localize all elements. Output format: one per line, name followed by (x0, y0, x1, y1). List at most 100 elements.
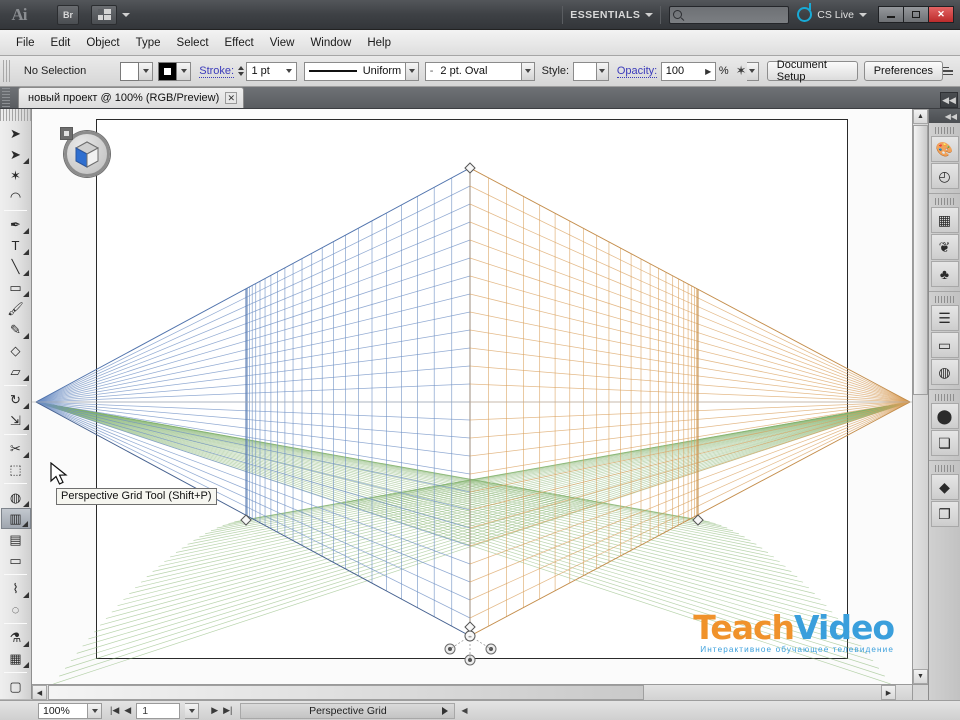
column-graph-tool[interactable]: ▦ (1, 648, 31, 669)
menu-item-select[interactable]: Select (169, 32, 217, 54)
last-artboard-button[interactable]: ▶| (223, 705, 232, 716)
expand-panels-icon[interactable]: ◀◀ (945, 112, 957, 121)
control-bar-grip[interactable] (3, 60, 11, 82)
next-artboard-button[interactable]: ▶ (211, 705, 218, 716)
magic-wand-options-icon[interactable]: ✶ (736, 63, 747, 79)
menu-item-window[interactable]: Window (302, 32, 359, 54)
brushes-panel-icon[interactable]: ❦ (930, 234, 959, 260)
selection-tool[interactable]: ➤ (1, 123, 31, 144)
graphic-styles-panel-icon[interactable]: ❏ (930, 430, 959, 456)
style-dropdown-button[interactable] (596, 61, 609, 81)
chevron-down-icon[interactable] (122, 12, 130, 17)
perspective-grid[interactable] (32, 109, 912, 684)
bridge-button[interactable]: Br (57, 4, 79, 25)
preferences-button[interactable]: Preferences (863, 61, 944, 81)
magic-wand-tool[interactable]: ✶ (1, 165, 31, 186)
search-input[interactable] (669, 5, 790, 24)
magic-wand-dropdown-button[interactable] (746, 61, 759, 81)
artboard-dropdown-button[interactable] (185, 702, 200, 719)
dock-group-grip[interactable] (935, 465, 954, 472)
status-menu-icon[interactable] (442, 706, 449, 715)
line-segment-tool[interactable]: ╲ (1, 256, 31, 277)
tab-bar-grip[interactable] (2, 88, 10, 108)
stroke-weight-stepper[interactable] (238, 66, 245, 76)
stroke-panel-icon[interactable]: ☰ (930, 305, 959, 331)
width-tool[interactable]: ✂ (1, 438, 31, 459)
minimize-button[interactable] (878, 6, 904, 23)
stroke-profile-dropdown-button[interactable] (406, 61, 419, 81)
grid-control-handles[interactable] (240, 162, 704, 666)
maximize-button[interactable] (903, 6, 929, 23)
first-artboard-button[interactable]: |◀ (110, 705, 119, 716)
dock-group-grip[interactable] (935, 394, 954, 401)
close-icon[interactable]: ✕ (225, 92, 238, 104)
appearance-panel-icon[interactable]: ⬤ (930, 403, 959, 429)
graphic-style-swatch[interactable] (572, 61, 597, 81)
stroke-profile-select[interactable]: Uniform (303, 61, 407, 81)
color-panel-icon[interactable]: 🎨 (930, 136, 959, 162)
control-panel-menu-icon[interactable] (943, 66, 954, 76)
scroll-up-arrow-icon[interactable]: ▲ (913, 109, 928, 124)
scroll-right-arrow-icon[interactable]: ▶ (881, 685, 896, 700)
lasso-tool[interactable]: ◠ (1, 186, 31, 207)
arrange-documents-button[interactable] (91, 4, 117, 25)
gradient-tool[interactable]: ▭ (1, 550, 31, 571)
artboard-number-input[interactable]: 1 (136, 702, 181, 719)
zoom-level-input[interactable]: 100% (38, 702, 88, 719)
horizontal-scrollbar[interactable]: ◀ ▶ (32, 684, 912, 700)
dock-group-grip[interactable] (935, 198, 954, 205)
pencil-tool[interactable]: ✎ (1, 319, 31, 340)
opacity-link-label[interactable]: Opacity: (616, 65, 658, 78)
scale-tool[interactable]: ⇲ (1, 410, 31, 431)
previous-artboard-button[interactable]: ◀ (124, 705, 131, 716)
horizontal-scroll-thumb[interactable] (48, 685, 644, 700)
grid-handle[interactable] (464, 162, 476, 174)
fill-dropdown-button[interactable] (139, 61, 154, 81)
menu-item-help[interactable]: Help (359, 32, 399, 54)
scroll-left-arrow-icon[interactable]: ◀ (32, 685, 47, 700)
perspective-grid-widget[interactable] (60, 127, 114, 181)
menu-item-type[interactable]: Type (128, 32, 169, 54)
stroke-weight-input[interactable]: 1 pt (246, 61, 297, 81)
gradient-panel-icon[interactable]: ▭ (930, 332, 959, 358)
vertical-scrollbar[interactable]: ▲ ▼ (912, 109, 928, 684)
collapse-panels-icon[interactable]: ◀◀ (940, 92, 958, 108)
artboards-panel-icon[interactable]: ❐ (930, 501, 959, 527)
menu-item-edit[interactable]: Edit (43, 32, 79, 54)
close-button[interactable]: ✕ (928, 6, 954, 23)
vertical-scroll-thumb[interactable] (913, 125, 928, 395)
eraser-tool[interactable]: ▱ (1, 361, 31, 382)
workspace-switcher[interactable]: ESSENTIALS (563, 9, 660, 21)
direct-selection-tool[interactable]: ➤ (1, 144, 31, 165)
artboard-tool[interactable]: ▢ (1, 676, 31, 697)
blend-tool[interactable]: ◌ (1, 599, 31, 620)
status-resize-icon[interactable]: ◀ (461, 706, 467, 715)
dock-group-grip[interactable] (935, 127, 954, 134)
eyedropper-tool[interactable]: ⌇ (1, 578, 31, 599)
mesh-tool[interactable]: ▤ (1, 529, 31, 550)
fill-color-control[interactable] (120, 61, 154, 81)
document-setup-button[interactable]: Document Setup (766, 59, 859, 83)
scroll-down-arrow-icon[interactable]: ▼ (913, 669, 928, 684)
status-indicator[interactable]: Perspective Grid (240, 702, 456, 719)
stroke-link-label[interactable]: Stroke: (199, 65, 235, 78)
layers-panel-icon[interactable]: ◆ (930, 474, 959, 500)
menu-item-effect[interactable]: Effect (217, 32, 262, 54)
shape-builder-tool[interactable]: ◍ (1, 487, 31, 508)
free-transform-tool[interactable]: ⬚ (1, 459, 31, 480)
menu-item-view[interactable]: View (262, 32, 303, 54)
type-tool[interactable]: T (1, 235, 31, 256)
blob-brush-tool[interactable]: ◇ (1, 340, 31, 361)
tools-panel-grip[interactable] (0, 109, 31, 121)
stroke-swatch[interactable] (158, 61, 178, 81)
brush-definition-select[interactable]: - 2 pt. Oval (424, 61, 523, 81)
brush-dropdown-button[interactable] (522, 61, 535, 81)
menu-item-object[interactable]: Object (78, 32, 127, 54)
cs-live-button[interactable]: CS Live (797, 3, 871, 22)
perspective-grid-tool[interactable]: ▥ (0, 508, 31, 529)
menu-item-file[interactable]: File (8, 32, 43, 54)
dock-header[interactable]: ◀◀ (929, 109, 960, 123)
document-tab[interactable]: новый проект @ 100% (RGB/Preview) ✕ (18, 87, 245, 108)
stroke-dropdown-button[interactable] (177, 61, 192, 81)
opacity-input[interactable]: 100 ▶ (660, 61, 717, 81)
